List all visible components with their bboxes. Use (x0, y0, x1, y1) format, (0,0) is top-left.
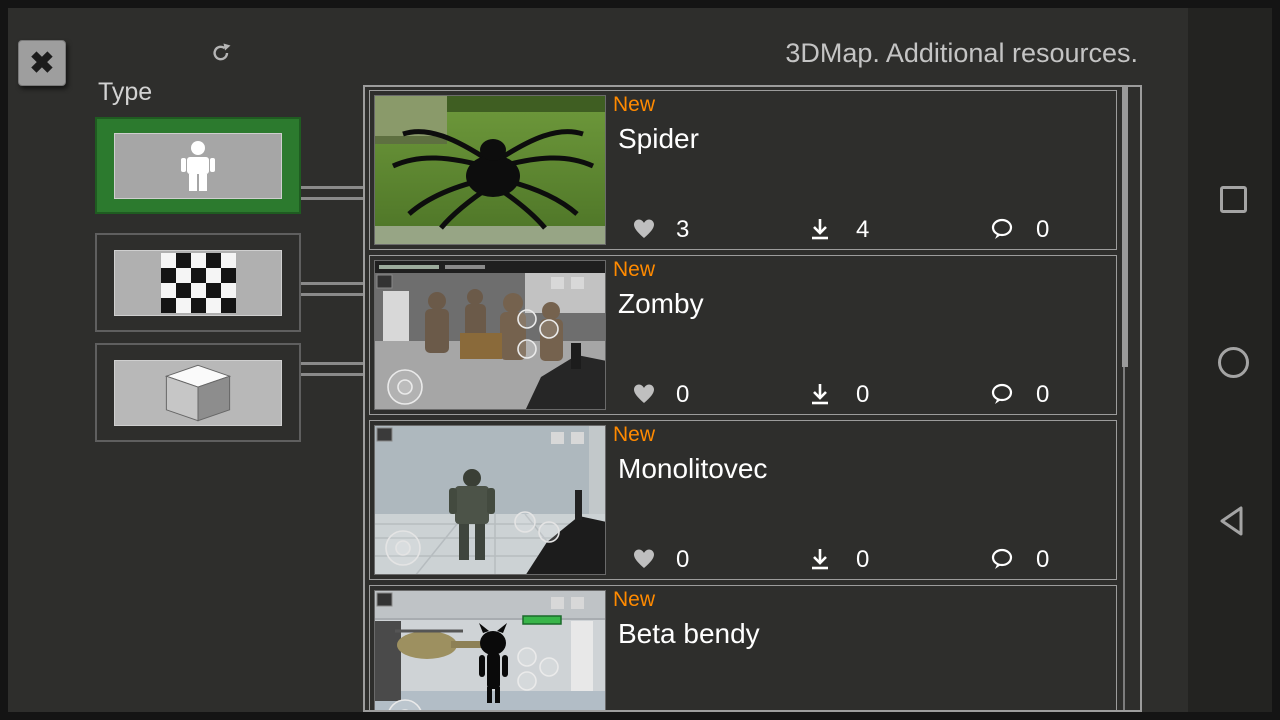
recents-button[interactable] (1220, 186, 1247, 213)
checkerboard-icon (160, 252, 236, 313)
type-button-models[interactable] (95, 343, 301, 442)
comments-count: 0 (1036, 381, 1050, 408)
close-icon: ✖ (29, 46, 55, 80)
new-badge: New (613, 258, 656, 281)
resource-title: Zomby (618, 288, 704, 319)
likes-icon (632, 547, 656, 571)
type-thumb-characters (114, 132, 282, 199)
downloads-count: 0 (856, 546, 870, 573)
new-badge: New (613, 423, 656, 446)
connector-line (301, 362, 363, 365)
zomby-thumbnail-image (375, 261, 605, 409)
home-button[interactable] (1218, 347, 1249, 378)
likes-count: 0 (676, 546, 690, 573)
screen: ✖ 3DMap. Additional resources. Type New … (0, 0, 1280, 720)
beta-bendy-thumbnail-image (375, 591, 605, 710)
likes-count: 0 (676, 381, 690, 408)
app-window: ✖ 3DMap. Additional resources. Type New … (8, 8, 1188, 712)
person-icon (181, 140, 215, 191)
downloads-count: 0 (856, 381, 870, 408)
comments-icon (990, 547, 1014, 571)
resource-list-panel: New Spider 3 4 0 New Zomby 0 0 0 New Mon… (363, 85, 1142, 712)
new-badge: New (613, 93, 656, 116)
resource-thumbnail[interactable] (374, 590, 606, 710)
connector-line (301, 186, 363, 189)
connector-line (301, 293, 363, 296)
downloads-icon (808, 217, 832, 241)
type-button-textures[interactable] (95, 233, 301, 332)
spider-thumbnail-image (375, 96, 605, 244)
refresh-icon[interactable] (210, 42, 232, 64)
new-badge: New (613, 588, 656, 611)
downloads-icon (808, 382, 832, 406)
back-triangle-icon (1220, 506, 1243, 536)
comments-icon (990, 217, 1014, 241)
resource-card-spider[interactable]: New Spider 3 4 0 (369, 90, 1117, 250)
resource-card-zomby[interactable]: New Zomby 0 0 0 (369, 255, 1117, 415)
monolitovec-thumbnail-image (375, 426, 605, 574)
comments-count: 0 (1036, 216, 1050, 243)
likes-icon (632, 217, 656, 241)
connector-line (301, 282, 363, 285)
comments-icon (990, 382, 1014, 406)
downloads-count: 4 (856, 216, 870, 243)
resource-card-beta-bendy[interactable]: New Beta bendy (369, 585, 1117, 710)
likes-icon (632, 382, 656, 406)
scrollbar-thumb[interactable] (1122, 87, 1128, 367)
type-thumb-textures (114, 249, 282, 316)
android-nav-bar (1188, 8, 1272, 712)
connector-line (301, 373, 363, 376)
type-filter-label: Type (98, 78, 153, 106)
resource-title: Beta bendy (618, 618, 760, 649)
downloads-icon (808, 547, 832, 571)
back-button[interactable] (1217, 504, 1249, 538)
likes-count: 3 (676, 216, 690, 243)
resource-title: Spider (618, 123, 699, 154)
resource-card-monolitovec[interactable]: New Monolitovec 0 0 0 (369, 420, 1117, 580)
cube-icon (164, 364, 232, 421)
resource-thumbnail[interactable] (374, 95, 606, 245)
resource-title: Monolitovec (618, 453, 768, 484)
resource-thumbnail[interactable] (374, 425, 606, 575)
type-button-characters[interactable] (95, 117, 301, 214)
connector-line (301, 197, 363, 200)
type-thumb-models (114, 359, 282, 426)
close-button[interactable]: ✖ (18, 40, 66, 86)
comments-count: 0 (1036, 546, 1050, 573)
resource-thumbnail[interactable] (374, 260, 606, 410)
page-title: 3DMap. Additional resources. (785, 38, 1138, 68)
